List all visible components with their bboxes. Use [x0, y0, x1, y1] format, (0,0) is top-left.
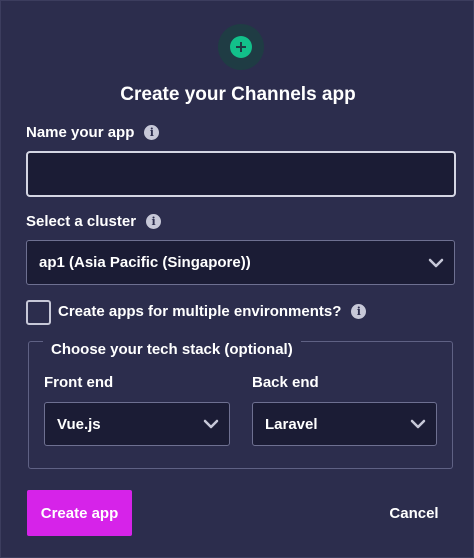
cluster-label-row: Select a cluster i — [26, 213, 162, 230]
plus-icon — [230, 36, 252, 58]
multi-env-checkbox[interactable] — [26, 300, 51, 325]
create-app-dialog: Create your Channels app Name your app i… — [0, 0, 474, 558]
info-icon[interactable]: i — [146, 214, 162, 229]
cancel-button[interactable]: Cancel — [381, 498, 447, 528]
cluster-select[interactable]: ap1 (Asia Pacific (Singapore)) — [26, 240, 455, 285]
multi-env-label[interactable]: Create apps for multiple environments? — [58, 303, 341, 320]
backend-select-value: Laravel — [265, 415, 318, 433]
create-app-button[interactable]: Create app — [27, 490, 132, 536]
dialog-title: Create your Channels app — [120, 84, 356, 105]
info-icon[interactable]: i — [351, 304, 367, 319]
backend-select[interactable]: Laravel — [252, 402, 437, 446]
frontend-label: Front end — [44, 374, 114, 391]
plus-circle-icon — [218, 24, 264, 70]
cluster-select-value: ap1 (Asia Pacific (Singapore)) — [39, 254, 251, 271]
app-name-label-row: Name your app i — [26, 124, 160, 141]
chevron-down-icon — [428, 258, 444, 267]
multi-env-label-row: Create apps for multiple environments? i — [58, 303, 367, 320]
app-name-label: Name your app — [26, 124, 135, 141]
info-icon[interactable]: i — [144, 125, 160, 140]
tech-stack-legend: Choose your tech stack (optional) — [43, 341, 301, 358]
app-name-input[interactable] — [26, 151, 456, 197]
backend-label: Back end — [252, 374, 319, 391]
frontend-select-value: Vue.js — [57, 415, 101, 433]
chevron-down-icon — [203, 419, 219, 429]
frontend-select[interactable]: Vue.js — [44, 402, 230, 446]
cluster-label: Select a cluster — [26, 213, 137, 230]
chevron-down-icon — [410, 419, 426, 429]
